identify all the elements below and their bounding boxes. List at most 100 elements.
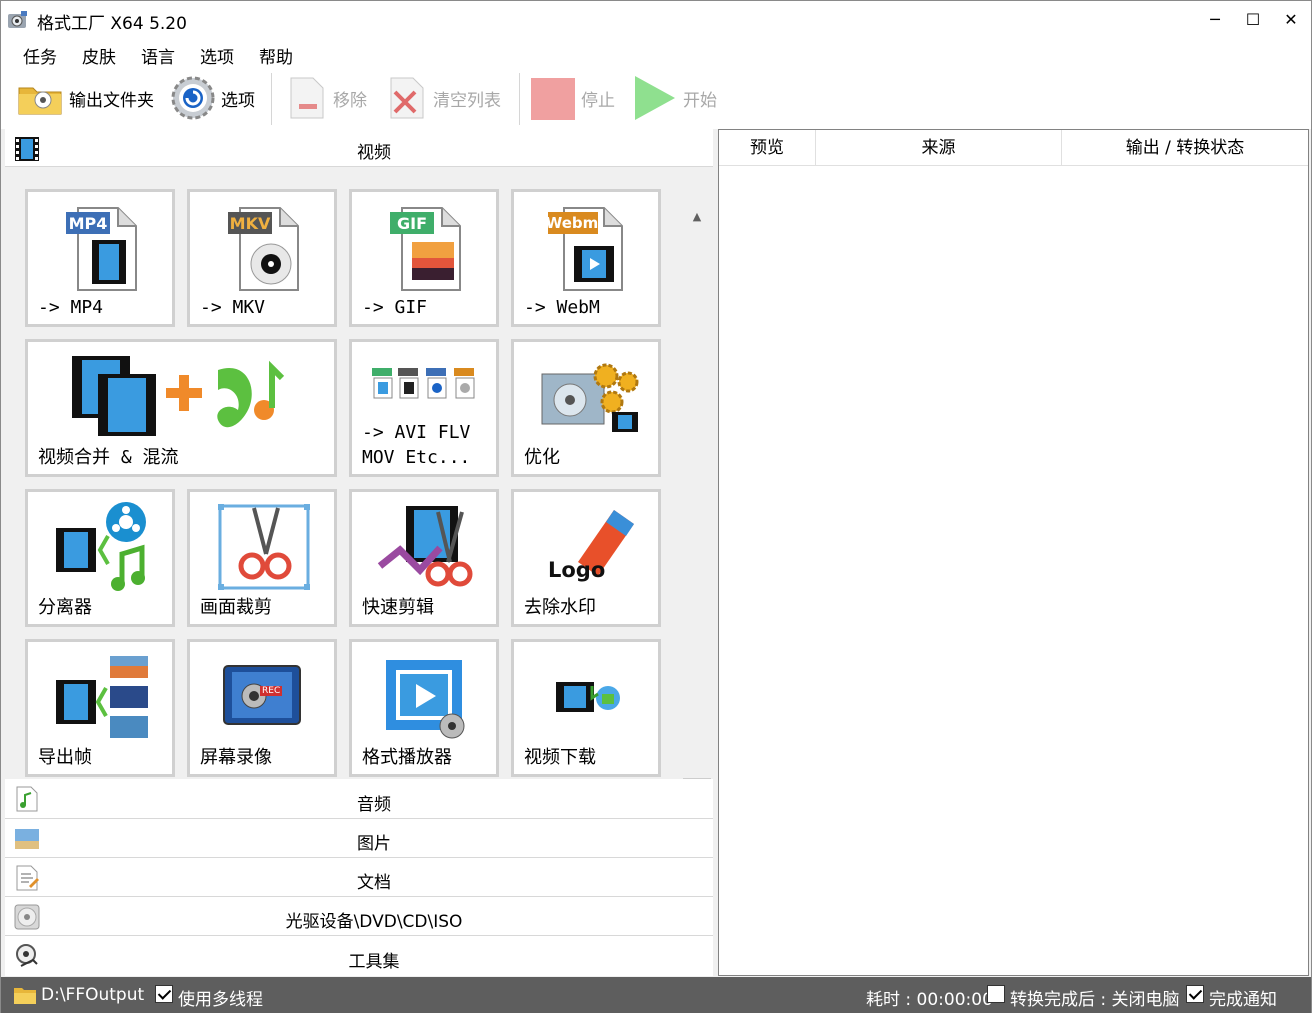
options-label: 选项 — [221, 90, 255, 111]
remove-button[interactable]: 移除 — [285, 71, 367, 125]
tile-label: 去除水印 — [524, 597, 596, 618]
tile-to-mkv[interactable]: MKV -> MKV — [187, 189, 337, 327]
tile-label: -> AVI FLV MOV Etc... — [362, 422, 471, 468]
menu-skin[interactable]: 皮肤 — [82, 43, 116, 68]
tile-video-download[interactable]: 视频下载 — [511, 639, 661, 777]
notify-checkbox[interactable] — [1186, 985, 1204, 1003]
export-frames-icon — [56, 656, 148, 738]
gif-badge-text: GIF — [396, 214, 427, 233]
options-button[interactable]: 选项 — [169, 71, 255, 125]
stop-icon — [531, 78, 575, 120]
toolbar: 输出文件夹 选项 移除 清空列表 停止 开始 — [1, 67, 1311, 129]
tile-label: 格式播放器 — [362, 747, 452, 768]
tile-label: -> MKV — [200, 297, 266, 318]
gear-icon — [171, 76, 215, 120]
maximize-button[interactable]: ☐ — [1234, 1, 1272, 39]
play-icon — [635, 76, 675, 120]
merge-icon — [72, 356, 285, 436]
tile-crop[interactable]: 画面裁剪 — [187, 489, 337, 627]
tile-label: 分离器 — [38, 597, 92, 618]
logo-text: Logo — [548, 558, 606, 582]
multithread-checkbox[interactable] — [155, 985, 173, 1003]
column-output-status[interactable]: 输出 / 转换状态 — [1062, 130, 1308, 166]
category-video-header[interactable]: 视频 — [5, 129, 713, 167]
tile-label: -> MP4 — [38, 297, 104, 318]
tile-label: 屏幕录像 — [200, 747, 272, 768]
splitter-icon — [56, 502, 146, 591]
notify-label: 完成通知 — [1209, 990, 1277, 1010]
tile-remove-watermark[interactable]: Logo 去除水印 — [511, 489, 661, 627]
shutdown-after-checkbox[interactable] — [987, 985, 1005, 1003]
scroll-track[interactable] — [683, 229, 711, 771]
title-bar: 格式工厂 X64 5.20 ─ ☐ ✕ — [1, 1, 1311, 39]
toolbar-separator — [271, 73, 272, 125]
category-audio-label: 音频 — [357, 795, 391, 815]
output-path[interactable]: D:\FFOutput — [41, 985, 144, 1005]
tile-label: 优化 — [524, 447, 560, 468]
webm-badge-text: Webm — [545, 214, 599, 232]
category-optical-label: 光驱设备\DVD\CD\ISO — [285, 912, 463, 932]
category-document-label: 文档 — [357, 873, 391, 893]
tile-quick-clip[interactable]: 快速剪辑 — [349, 489, 499, 627]
tile-label: 快速剪辑 — [362, 597, 434, 618]
tile-label: -> GIF — [362, 297, 428, 318]
remove-label: 移除 — [333, 90, 367, 111]
tile-splitter[interactable]: 分离器 — [25, 489, 175, 627]
tile-label: 视频下载 — [524, 747, 596, 768]
output-folder-label: 输出文件夹 — [69, 90, 154, 111]
tile-label: 导出帧 — [38, 747, 92, 768]
scroll-up-arrow-icon[interactable]: ▲ — [681, 205, 713, 229]
multithread-label: 使用多线程 — [178, 990, 263, 1010]
stop-button[interactable]: 停止 — [529, 71, 615, 125]
menu-language[interactable]: 语言 — [141, 43, 175, 68]
tile-format-player[interactable]: 格式播放器 — [349, 639, 499, 777]
tile-label: -> WebM — [524, 297, 600, 318]
start-button[interactable]: 开始 — [631, 71, 717, 125]
task-list[interactable]: 预览 来源 输出 / 转换状态 — [718, 129, 1309, 976]
crop-icon — [218, 504, 310, 590]
output-folder-button[interactable]: 输出文件夹 — [17, 71, 154, 125]
category-audio-header[interactable]: 音频 — [5, 779, 713, 819]
window-title: 格式工厂 X64 5.20 — [37, 14, 187, 34]
tile-scrollbar[interactable]: ▲ ▼ — [681, 205, 713, 817]
tile-export-frames[interactable]: 导出帧 — [25, 639, 175, 777]
formats-icon — [372, 368, 475, 399]
tile-label: 画面裁剪 — [200, 597, 272, 618]
status-bar: D:\FFOutput 使用多线程 耗时 : 00:00:00 转换完成后 : … — [1, 977, 1311, 1013]
menu-help[interactable]: 帮助 — [259, 43, 293, 68]
app-logo-icon — [8, 11, 27, 28]
column-source[interactable]: 来源 — [816, 130, 1062, 166]
stop-label: 停止 — [581, 90, 615, 111]
tile-to-gif[interactable]: GIF -> GIF — [349, 189, 499, 327]
tile-screen-record[interactable]: REC 屏幕录像 — [187, 639, 337, 777]
clear-list-button[interactable]: 清空列表 — [385, 71, 501, 125]
close-button[interactable]: ✕ — [1272, 1, 1310, 39]
category-optical-header[interactable]: 光驱设备\DVD\CD\ISO — [5, 897, 713, 936]
minimize-button[interactable]: ─ — [1196, 1, 1234, 39]
category-image-header[interactable]: 图片 — [5, 819, 713, 858]
video-download-icon — [556, 682, 620, 712]
column-preview[interactable]: 预览 — [719, 130, 816, 166]
category-tools-label: 工具集 — [348, 952, 400, 972]
tile-to-mp4[interactable]: MP4 -> MP4 — [25, 189, 175, 327]
optimize-icon — [541, 363, 639, 432]
app-window: 格式工厂 X64 5.20 ─ ☐ ✕ 任务 皮肤 语言 选项 帮助 输出文件夹 — [0, 0, 1312, 1013]
menu-options[interactable]: 选项 — [200, 43, 234, 68]
toolbar-separator — [519, 73, 520, 125]
category-tools-header[interactable]: 工具集 — [5, 936, 713, 976]
clear-list-label: 清空列表 — [433, 90, 501, 111]
screen-record-icon — [223, 665, 301, 725]
folder-icon — [14, 988, 36, 1004]
category-document-header[interactable]: 文档 — [5, 858, 713, 897]
category-panel: 视频 MP4 -> MP4 MKV -> MKV GIF -> GIF Webm… — [5, 129, 713, 976]
clear-list-icon — [390, 77, 424, 119]
folder-icon — [18, 87, 62, 115]
tile-merge-mux[interactable]: 视频合并 & 混流 — [25, 339, 337, 477]
tile-optimize[interactable]: 优化 — [511, 339, 661, 477]
menu-task[interactable]: 任务 — [23, 43, 57, 68]
tile-to-webm[interactable]: Webm -> WebM — [511, 189, 661, 327]
shutdown-after-label: 转换完成后 : 关闭电脑 — [1010, 990, 1180, 1010]
menu-bar: 任务 皮肤 语言 选项 帮助 — [1, 39, 1311, 68]
category-video-label: 视频 — [357, 143, 391, 163]
tile-to-other-formats[interactable]: -> AVI FLV MOV Etc... — [349, 339, 499, 477]
